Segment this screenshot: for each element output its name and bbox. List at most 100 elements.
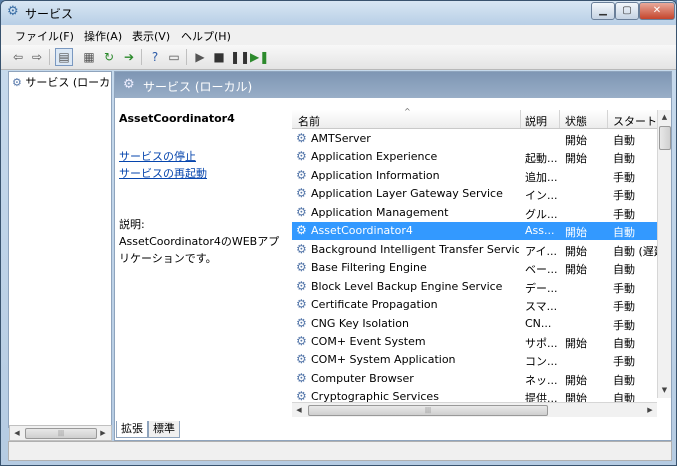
service-startup-type: 自動 [613,373,635,387]
service-startup-type: 自動 [613,134,635,147]
service-gear-icon: ⚙ [296,352,307,367]
service-startup-type: 自動 (遅延... [613,244,657,258]
scroll-down-icon[interactable]: ▼ [658,383,671,397]
status-bar [8,441,672,461]
description-text: AssetCoordinator4のWEBアプリケーションです。 [119,235,280,265]
description-pane: AssetCoordinator4 サービスの停止 サービスの再起動 説明: A… [115,98,291,410]
close-button[interactable]: ✕ [639,2,675,20]
forward-arrow-icon[interactable]: ⇨ [29,49,45,65]
table-row[interactable]: ⚙ Application Management グル... 手動 [292,204,657,222]
service-gear-icon: ⚙ [296,149,307,164]
service-name: Computer Browser [311,371,414,385]
service-status: 開始 [565,152,587,166]
service-description: CN... [525,316,552,330]
service-description: ベー... [525,263,558,277]
table-row[interactable]: ⚙ Computer Browser ネッ... 開始 自動 [292,370,657,388]
service-startup-type: 手動 [613,207,635,221]
stop-service-icon[interactable]: ■ [211,49,227,65]
tree-scroll-right-icon[interactable]: ▶ [96,426,110,440]
minimize-button[interactable]: ▁ [591,2,615,20]
service-startup-type: 自動 [613,263,635,277]
refresh-icon[interactable]: ↻ [101,49,117,65]
table-row[interactable]: ⚙ AMTServer 開始 自動 [292,130,657,148]
maximize-button[interactable]: ▢ [615,2,639,20]
menu-action[interactable]: 操作(A) [84,28,122,44]
restart-service-link[interactable]: サービスの再起動 [119,165,207,181]
table-row[interactable]: ⚙ Background Intelligent Transfer Service… [292,241,657,259]
service-name: AssetCoordinator4 [311,224,413,238]
pane-header-title: サービス (ローカル) [143,80,253,94]
service-description: イン... [525,189,558,203]
list-horizontal-scrollbar[interactable]: ◀ ||| ▶ [292,402,657,417]
console-tree-icon[interactable]: ▤ [55,48,73,66]
services-app-icon: ⚙ [7,4,19,19]
services-window: ⚙ サービス ▁ ▢ ✕ ファイル(F) 操作(A) 表示(V) ヘルプ(H) … [0,0,677,466]
menu-file[interactable]: ファイル(F) [15,28,74,44]
column-startup[interactable]: スタート... [613,113,657,129]
table-row[interactable]: ⚙ CNG Key Isolation CN... 手動 [292,315,657,333]
service-status: 開始 [565,263,587,277]
scroll-up-icon[interactable]: ▲ [658,110,671,124]
start-service-icon[interactable]: ▶ [192,49,208,65]
tree-scroll-left-icon[interactable]: ◀ [10,426,24,440]
services-header-icon: ⚙ [123,77,135,92]
service-status: 開始 [565,226,587,240]
service-startup-type: 手動 [613,170,635,184]
service-gear-icon: ⚙ [296,131,307,145]
table-row[interactable]: ⚙ Application Layer Gateway Service イン... 手… [292,185,657,203]
service-startup-type: 手動 [613,189,635,203]
table-row[interactable]: ⚙ Application Experience 起動... 開始 自動 [292,148,657,166]
column-description[interactable]: 説明 [525,113,547,129]
back-arrow-icon[interactable]: ⇦ [10,49,26,65]
table-row[interactable]: ⚙ COM+ Event System サポ... 開始 自動 [292,333,657,351]
pause-service-icon[interactable]: ❚❚ [230,49,250,65]
title-bar[interactable]: ⚙ サービス ▁ ▢ ✕ [1,1,676,25]
vertical-scroll-thumb[interactable] [659,126,671,150]
list-vertical-scrollbar[interactable]: ▲ ▼ [657,110,671,398]
service-startup-type: 自動 [613,226,635,240]
table-row[interactable]: ⚙ Block Level Backup Engine Service デー... 手… [292,278,657,296]
export-list-icon[interactable]: ➔ [121,49,137,65]
service-description: デー... [525,281,558,295]
service-status: 開始 [565,373,587,387]
service-description: サポ... [525,336,558,350]
scroll-left-icon[interactable]: ◀ [292,403,306,417]
service-gear-icon: ⚙ [296,315,307,330]
table-row[interactable]: ⚙ COM+ System Application コン... 手動 [292,351,657,369]
service-name: COM+ System Application [311,353,456,367]
window-title: サービス [25,7,74,21]
table-row[interactable]: ⚙ AssetCoordinator4 Ass... 開始 自動 [292,222,657,241]
service-startup-type: 自動 [613,336,635,350]
service-gear-icon: ⚙ [296,333,307,348]
service-startup-type: 手動 [613,318,635,332]
service-status: 開始 [565,336,587,350]
tree-horizontal-scrollbar[interactable]: ◀ ▶ ||| [9,425,112,441]
horizontal-scroll-thumb[interactable]: ||| [308,405,548,416]
service-name: COM+ Event System [311,334,426,348]
table-row[interactable]: ⚙ Application Information 追加... 手動 [292,167,657,185]
services-pane: ⚙ サービス (ローカル) AssetCoordinator4 サービスの停止 … [114,71,672,441]
tree-item-services-local[interactable]: ⚙ サービス (ローカル) [12,74,110,90]
view-tabs: 拡張 標準 [114,421,672,439]
properties-icon[interactable]: ▦ [81,49,97,65]
toolbar: ⇦ ⇨ ▤ ▦ ↻ ➔ ? ▭ ▶ ■ ❚❚ ▶❚ [1,45,676,70]
menu-help[interactable]: ヘルプ(H) [181,28,231,44]
column-name[interactable]: 名前 [298,113,320,129]
tab-extended[interactable]: 拡張 [116,421,148,438]
scroll-right-icon[interactable]: ▶ [643,403,657,417]
menu-view[interactable]: 表示(V) [132,28,170,44]
service-description: Ass... [525,224,555,238]
pane-header: ⚙ サービス (ローカル) [115,72,671,98]
service-startup-type: 手動 [613,300,635,314]
restart-service-icon[interactable]: ▶❚ [250,49,269,65]
table-row[interactable]: ⚙ Base Filtering Engine ベー... 開始 自動 [292,259,657,277]
help-icon[interactable]: ? [147,49,163,65]
table-row[interactable]: ⚙ Certificate Propagation スマ... 手動 [292,296,657,314]
service-gear-icon: ⚙ [296,167,307,182]
show-pane-icon[interactable]: ▭ [166,49,182,65]
service-description: コン... [525,355,558,369]
stop-service-link[interactable]: サービスの停止 [119,148,196,164]
column-status[interactable]: 状態 [565,113,587,129]
tree-scroll-thumb[interactable]: ||| [25,428,97,439]
tab-standard[interactable]: 標準 [148,421,180,438]
